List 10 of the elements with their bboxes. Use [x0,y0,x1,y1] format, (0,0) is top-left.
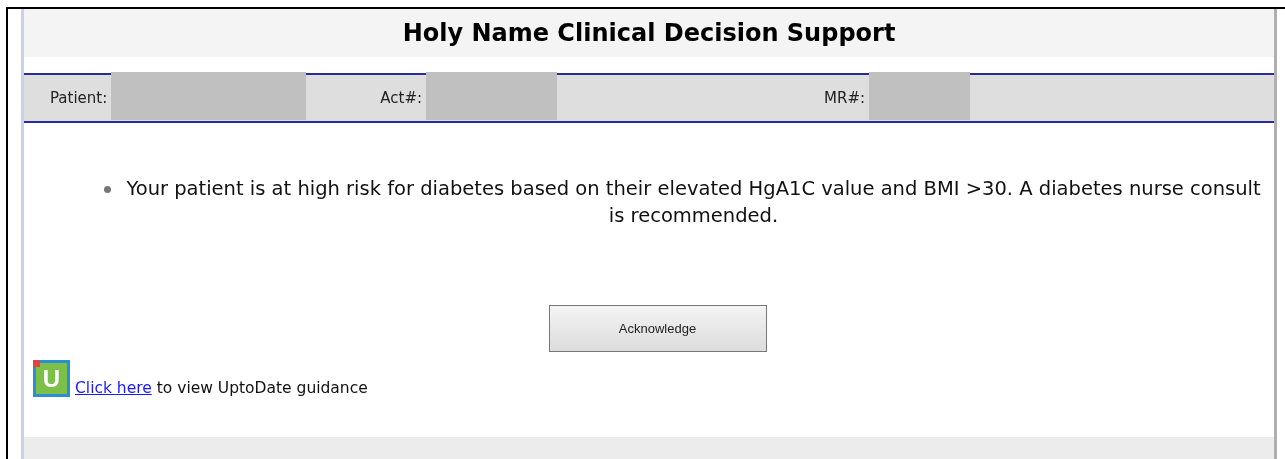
field-label: Patient: [50,89,108,107]
guidance-text: Click here to view UptoDate guidance [75,379,368,397]
page-title: Holy Name Clinical Decision Support [24,9,1274,57]
acknowledge-button[interactable]: Acknowledge [548,305,767,352]
field-label: MR#: [824,89,866,107]
alert-message: Your patient is at high risk for diabetes based on their elevated HgA1C value and BMI >30. A diabetes nurse consult is recommended. [125,176,1262,229]
guidance-link[interactable]: Click here [75,379,152,397]
uptodate-logo-icon: U [33,360,70,397]
field-label: Act#: [380,89,423,107]
bullet-icon [104,186,111,193]
